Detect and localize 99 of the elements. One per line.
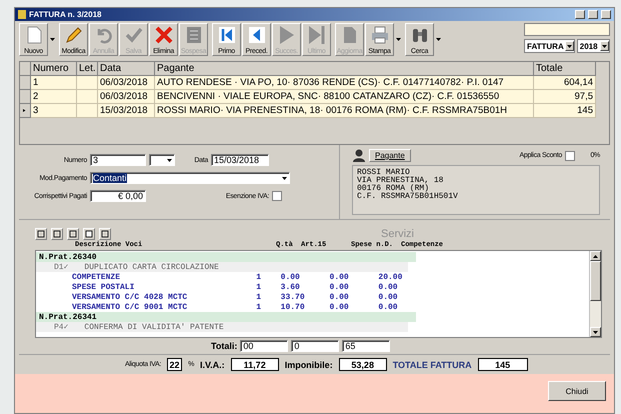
service-value: 0.00: [330, 292, 350, 302]
document-type-dropdown[interactable]: FATTURA: [524, 39, 575, 53]
tree-item[interactable]: N.Prat.26341: [39, 312, 97, 322]
column-header[interactable]: Totale: [534, 62, 596, 76]
minimize-button[interactable]: [575, 10, 585, 19]
vat-label: I.V.A.:: [200, 360, 225, 370]
service-value: 0.00: [378, 302, 399, 312]
table-cell: AUTO RENDESE · VIA PO, 10· 87036 RENDE (CS)· C.F. 01477140782· P.I. 0147: [155, 76, 534, 90]
service-value: 3.60: [280, 282, 301, 292]
table-cell: [77, 90, 98, 104]
caret-icon: [50, 38, 54, 41]
letter-dropdown[interactable]: [149, 154, 175, 166]
year-dropdown[interactable]: 2018: [576, 39, 610, 53]
tree-item[interactable]: N.Prat.26340: [39, 252, 97, 262]
service-value: 0.00: [330, 272, 350, 282]
service-name[interactable]: SPESE POSTALI: [72, 282, 256, 292]
taxable-label: Imponibile:: [284, 360, 333, 370]
invoice-total-label: TOTALE FATTURA: [392, 360, 472, 370]
service-value: 33.70: [280, 292, 306, 302]
maximize-button[interactable]: [588, 10, 598, 19]
table-cell: [77, 76, 98, 90]
caret-icon: [436, 38, 440, 41]
edit-list-button[interactable]: [67, 228, 79, 240]
service-value: 0.00: [378, 292, 399, 302]
column-header[interactable]: Numero: [31, 62, 77, 76]
number-field[interactable]: 3: [90, 154, 146, 166]
service-value: 1: [256, 302, 262, 312]
service-name[interactable]: COMPETENZE: [72, 272, 256, 282]
table-cell: 3: [31, 104, 77, 118]
tree-item-text: DUPLICATO CARTA CIRCOLAZIONE: [84, 262, 219, 272]
table-cell: 97,5: [534, 90, 596, 104]
blank-field[interactable]: [524, 23, 610, 36]
service-value: 1: [256, 292, 262, 302]
service-value: 0.00: [280, 272, 301, 282]
checkbox[interactable]: [272, 191, 282, 201]
table-cell: ROSSI MARIO· VIA PRENESTINA, 18· 00176 ROMA (RM)· C.F. RSSMRA75B01H: [155, 104, 534, 118]
amount-field[interactable]: € 0,00: [90, 190, 146, 202]
tree-item[interactable]: P4✓: [54, 322, 68, 332]
app-icon: [18, 10, 26, 19]
checkbox[interactable]: [565, 150, 575, 160]
date-field[interactable]: 15/03/2018: [211, 154, 269, 166]
column-header[interactable]: Data: [98, 62, 155, 76]
payer-button[interactable]: Pagante: [369, 149, 411, 162]
section-title: Servizi: [380, 228, 414, 240]
total-field: 00: [240, 340, 288, 352]
payment-dropdown[interactable]: Contanti: [90, 172, 290, 184]
column-header[interactable]: Pagante: [155, 62, 534, 76]
table-cell: 15/03/2018: [98, 104, 155, 118]
new-page-button[interactable]: [35, 228, 47, 240]
skip-first-icon: [216, 25, 236, 45]
payer-address: ROSSI MARIO VIA PRENESTINA, 18 00176 ROMA (RM) C.F. RSSMRA75B01H501V: [352, 165, 600, 215]
total-field: 65: [342, 340, 390, 352]
vat-field: 11,72: [230, 358, 279, 371]
window-title: FATTURA n. 3/2018: [29, 10, 102, 19]
table-cell: [77, 104, 98, 118]
service-value: 1: [256, 272, 262, 282]
caret-icon: [22, 109, 28, 112]
total-field: 0: [291, 340, 340, 352]
table-cell: 06/03/2018: [98, 76, 155, 90]
tree-item-text: CONFERMA DI VALIDITA' PATENTE: [84, 322, 224, 332]
list-button[interactable]: [99, 228, 111, 240]
caret-icon: [593, 330, 598, 334]
service-value: 0.00: [330, 282, 350, 292]
table-cell: 1: [31, 76, 77, 90]
check-mark-icon: [124, 25, 144, 45]
pencil-button[interactable]: [51, 228, 63, 240]
column-header[interactable]: Let.: [77, 62, 98, 76]
tree-item[interactable]: D1✓: [54, 262, 68, 272]
table-cell: 2: [31, 90, 77, 104]
invoice-total-field: 145: [478, 358, 528, 371]
service-value: 20.00: [378, 272, 404, 282]
taxable-field: 53,28: [338, 358, 387, 371]
totals-label: Totali:: [211, 341, 238, 351]
table-cell: 145: [534, 104, 596, 118]
close-button[interactable]: [601, 10, 611, 19]
service-value: 0.00: [378, 282, 399, 292]
skip-last-icon: [306, 25, 326, 45]
table-cell: BENCIVENNI · VIALE EUROPA, SNC· 88100 CATANZARO (CZ)· C.F. 01536550: [155, 90, 534, 104]
caret-icon: [396, 38, 400, 41]
caret-icon: [282, 176, 287, 180]
caret-icon: [593, 254, 598, 258]
row-indicator[interactable]: [20, 104, 31, 118]
service-value: 1: [256, 282, 262, 292]
table-cell: 604,14: [534, 76, 596, 90]
service-value: 10.70: [280, 302, 306, 312]
close-dialog-button[interactable]: Chiudi: [548, 381, 606, 401]
table-cell: 06/03/2018: [98, 90, 155, 104]
service-value: 0.00: [330, 302, 350, 312]
delete-x-icon: [154, 25, 174, 45]
person-icon: [352, 149, 366, 162]
caret-icon: [167, 158, 172, 162]
vat-rate-field[interactable]: 22: [167, 358, 182, 371]
scrollbar[interactable]: [589, 251, 601, 337]
service-name[interactable]: VERSAMENTO C/C 9001 MCTC: [72, 302, 256, 312]
printer-icon: [370, 25, 390, 45]
caret-icon: [566, 44, 572, 48]
caret-icon: [602, 44, 607, 48]
edit-page-button[interactable]: [83, 228, 95, 240]
service-name[interactable]: VERSAMENTO C/C 4028 MCTC: [72, 292, 256, 302]
